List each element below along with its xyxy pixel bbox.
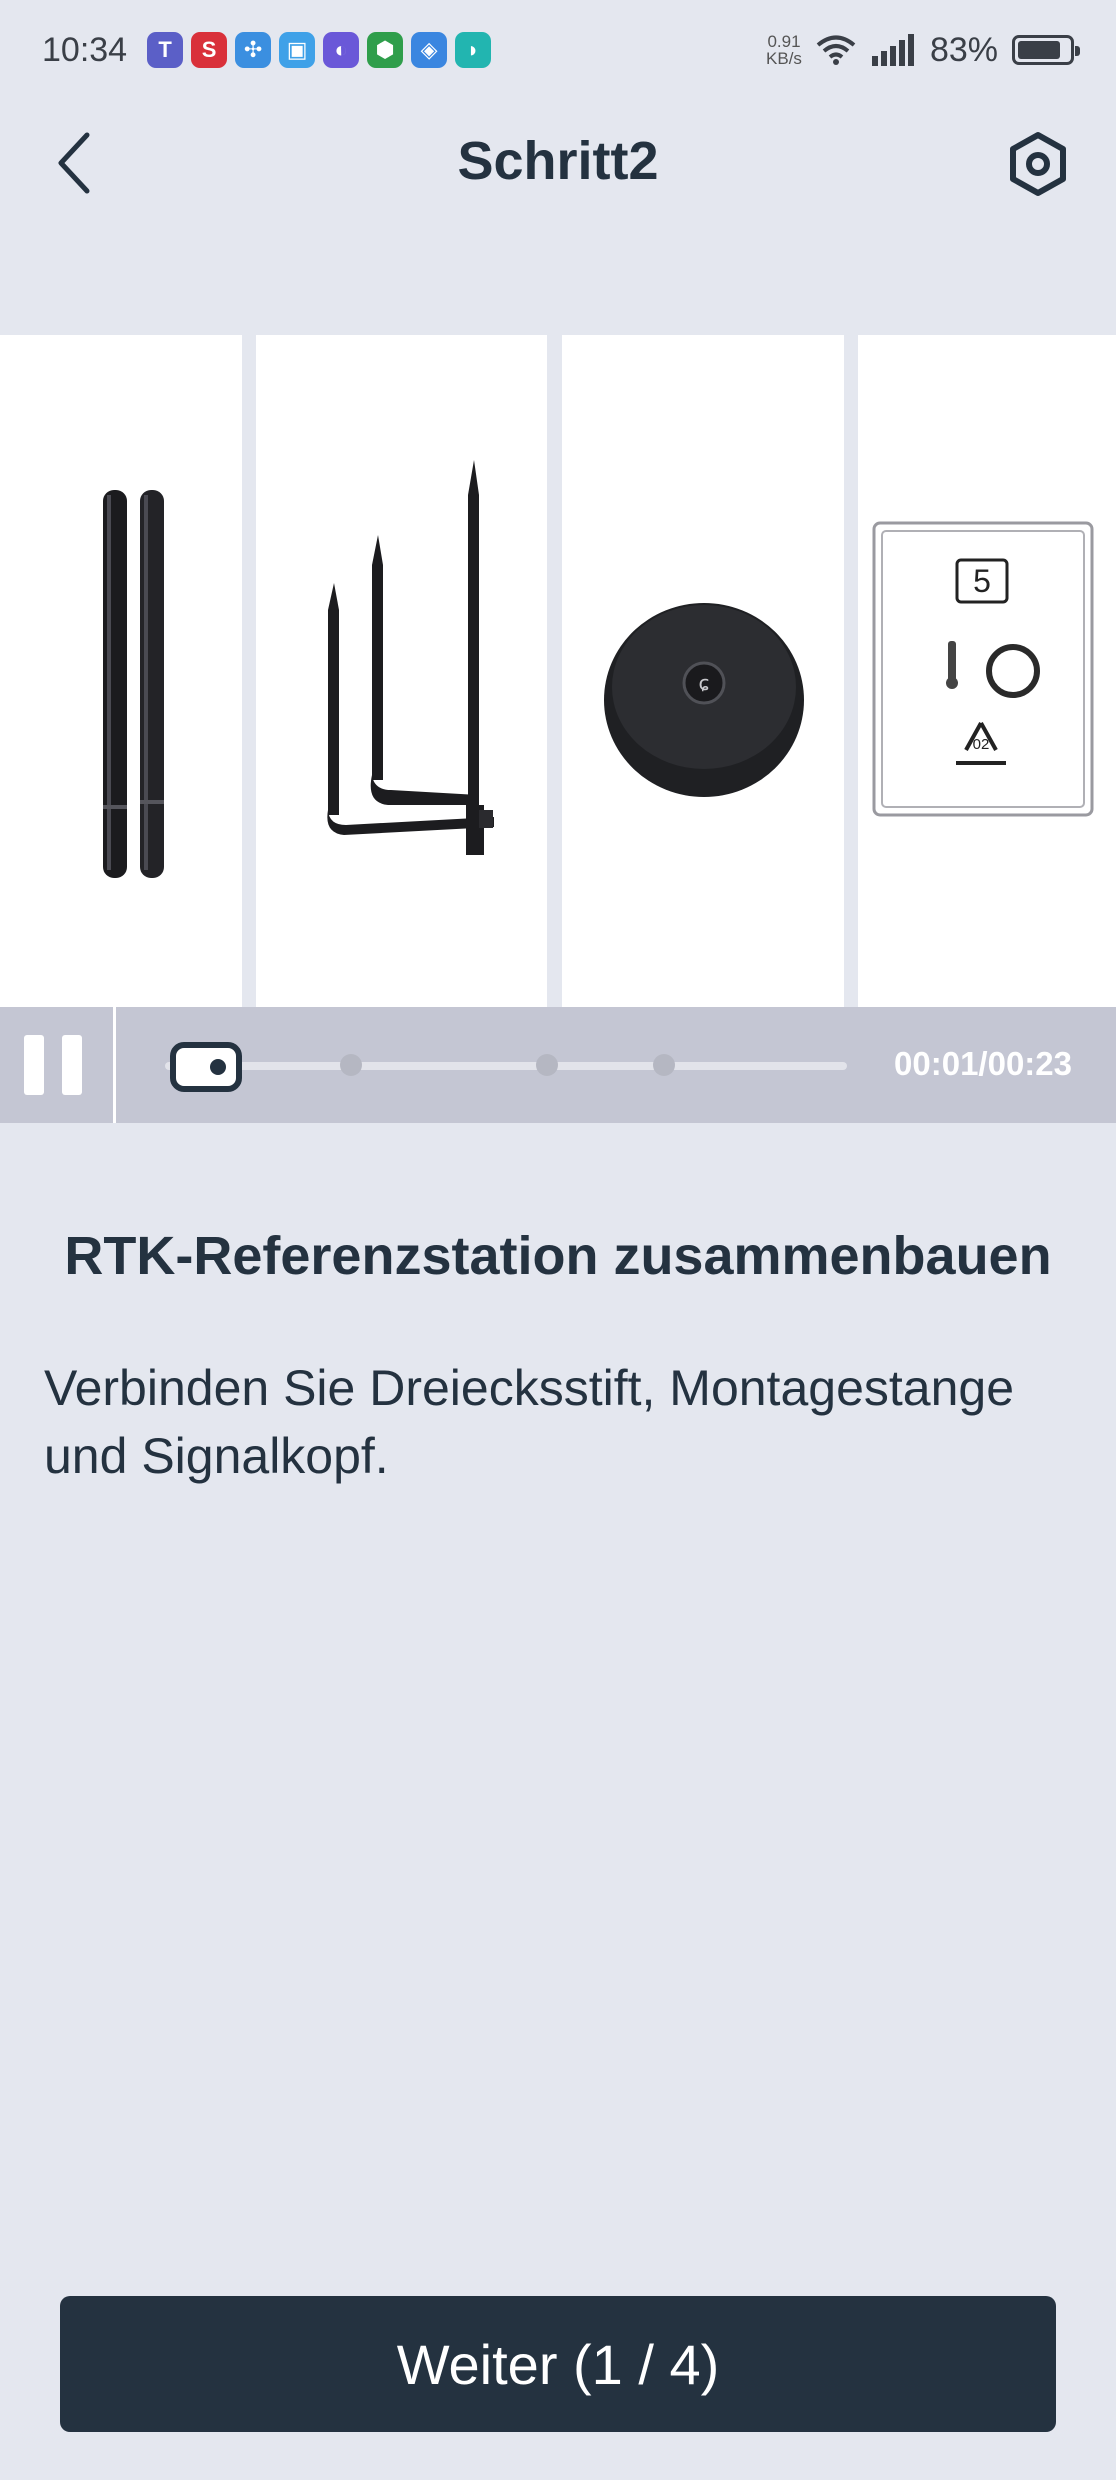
playback-time: 00:01/00:23 xyxy=(894,1045,1072,1082)
wifi-icon xyxy=(816,35,856,65)
pause-bar-right xyxy=(62,1035,82,1095)
next-button[interactable]: Weiter (1 / 4) xyxy=(60,2296,1056,2432)
battery-percent: 83% xyxy=(929,30,998,69)
mounting-poles-image xyxy=(103,490,164,878)
network-speed-unit: KB/s xyxy=(766,49,802,68)
video-panel-signal-head: ɕ xyxy=(562,335,844,1007)
box-number-label: 5 xyxy=(973,563,991,599)
chapter-marker[interactable] xyxy=(653,1054,675,1076)
video-player[interactable]: ɕ 5 02 xyxy=(0,335,1116,1007)
pause-bar-left xyxy=(24,1035,44,1095)
status-right: 0.91 KB/s 83% xyxy=(766,30,1080,70)
battery-icon xyxy=(1012,35,1080,65)
video-panel-ground-spike xyxy=(256,335,547,1007)
svg-text:ɕ: ɕ xyxy=(699,671,710,695)
gear-icon xyxy=(1010,132,1066,196)
s-app-icon: S xyxy=(191,32,228,68)
teams-icon: T xyxy=(147,32,184,68)
header: Schritt2 xyxy=(0,100,1116,230)
video-panel-accessory-box: 5 02 xyxy=(858,335,1116,1007)
status-time: 10:34 xyxy=(42,30,128,69)
ground-spike-image xyxy=(327,460,494,855)
accessory-box-image xyxy=(872,521,1094,817)
page-title: Schritt2 xyxy=(457,131,659,191)
status-bar: 10:34 T S ✣ ▣ ◐ ⬢ ◈ ◗ 0.91 KB/s 83% xyxy=(0,0,1116,100)
signal-head-image: ɕ xyxy=(604,603,804,797)
settings-button[interactable] xyxy=(1000,126,1076,202)
network-speed-value: 0.91 xyxy=(767,32,801,51)
step-description: Verbinden Sie Dreiecksstift, Montagestan… xyxy=(44,1360,1014,1484)
shield-blue-icon: ◈ xyxy=(411,32,448,68)
clipboard-app-icon: ▣ xyxy=(279,32,316,68)
recycle-code-label: 02 xyxy=(972,736,990,753)
progress-thumb[interactable] xyxy=(170,1042,243,1092)
video-controls: 00:01/00:23 xyxy=(0,1007,1116,1123)
pause-button[interactable] xyxy=(24,1035,88,1095)
battery-fill xyxy=(1018,41,1060,59)
network-speed: 0.91 KB/s xyxy=(766,33,802,67)
controls-divider xyxy=(113,1007,116,1123)
step-heading: RTK-Referenzstation zusammenbauen xyxy=(64,1226,1052,1286)
video-panel-mounting-poles xyxy=(0,335,242,1007)
dolby-icon: ◗ xyxy=(455,32,492,68)
planet-app-icon: ◐ xyxy=(323,32,360,68)
signal-icon xyxy=(871,34,914,66)
chapter-marker[interactable] xyxy=(340,1054,362,1076)
shield-green-icon: ⬢ xyxy=(367,32,404,68)
chapter-marker[interactable] xyxy=(536,1054,558,1076)
notification-icons: T S ✣ ▣ ◐ ⬢ ◈ ◗ xyxy=(147,32,492,68)
fan-app-icon: ✣ xyxy=(235,32,272,68)
progress-track[interactable] xyxy=(165,1054,847,1076)
